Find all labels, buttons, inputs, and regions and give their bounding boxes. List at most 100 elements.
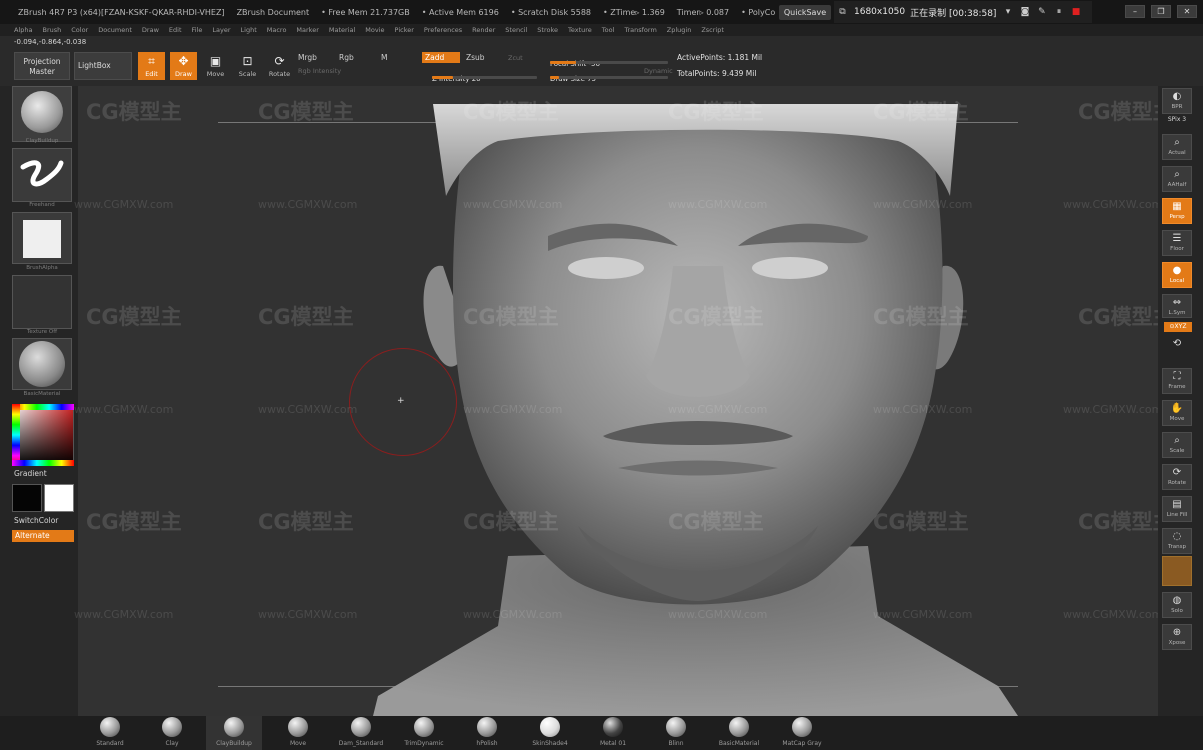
- focal-shift-slider[interactable]: Focal Shift -56: [550, 51, 668, 68]
- maximize-button[interactable]: ❐: [1151, 5, 1171, 18]
- menu-macro[interactable]: Macro: [267, 26, 287, 34]
- menu-color[interactable]: Color: [71, 26, 88, 34]
- actual-button[interactable]: ⌕ Actual: [1162, 134, 1192, 160]
- brush-sphere-icon: [21, 91, 63, 133]
- quicksave-button[interactable]: QuickSave: [779, 5, 831, 20]
- brush-standard[interactable]: Standard: [82, 716, 138, 750]
- brush-move[interactable]: Move: [270, 716, 326, 750]
- m-button[interactable]: M: [381, 53, 387, 62]
- rgb-button[interactable]: Rgb: [339, 53, 354, 62]
- transp-button[interactable]: ◌ Transp: [1162, 528, 1192, 554]
- dropdown-icon[interactable]: ▾: [1002, 7, 1013, 18]
- menu-marker[interactable]: Marker: [296, 26, 318, 34]
- focal-shift-fill: [550, 61, 576, 64]
- solo-button[interactable]: ◍ Solo: [1162, 592, 1192, 618]
- projection-master-label-1: Projection: [23, 57, 61, 66]
- move-label: Move: [206, 70, 225, 78]
- material-blinn[interactable]: Blinn: [648, 716, 704, 750]
- polyf-swatch[interactable]: [1162, 556, 1192, 586]
- linefill-button[interactable]: ▤ Line Fill: [1162, 496, 1192, 522]
- persp-button[interactable]: ▦ Persp: [1162, 198, 1192, 224]
- zcut-button[interactable]: Zcut: [508, 54, 523, 62]
- projection-master-button[interactable]: Projection Master: [14, 52, 70, 80]
- menu-light[interactable]: Light: [241, 26, 257, 34]
- brush-hpolish[interactable]: hPolish: [459, 716, 515, 750]
- menu-brush[interactable]: Brush: [42, 26, 61, 34]
- menu-render[interactable]: Render: [472, 26, 495, 34]
- xyz-button[interactable]: ⊙XYZ: [1164, 322, 1192, 332]
- floor-button[interactable]: ☰ Floor: [1162, 230, 1192, 256]
- menu-transform[interactable]: Transform: [624, 26, 656, 34]
- zadd-button[interactable]: Zadd: [422, 52, 460, 63]
- brush-claybuildup[interactable]: ClayBuildup: [206, 716, 262, 750]
- bpr-button[interactable]: ◐ BPR: [1162, 88, 1192, 114]
- menu-zscript[interactable]: Zscript: [701, 26, 724, 34]
- rotate-tool-button[interactable]: ⟳ Rotate: [266, 52, 293, 80]
- timer: Timer▹ 0.087: [676, 7, 730, 17]
- secondary-color-swatch[interactable]: [44, 484, 74, 512]
- snap-icon[interactable]: ⧉: [837, 7, 848, 18]
- menu-stroke[interactable]: Stroke: [537, 26, 558, 34]
- close-button[interactable]: ✕: [1177, 5, 1197, 18]
- spix-slider[interactable]: SPix 3: [1162, 116, 1192, 123]
- move-tool-button[interactable]: ▣ Move: [202, 52, 229, 80]
- alpha-thumbnail[interactable]: [12, 212, 72, 264]
- menu-document[interactable]: Document: [98, 26, 132, 34]
- brush-thumbnail[interactable]: [12, 86, 72, 142]
- document-canvas[interactable]: + CG模型主 CG模型主 CG模型主 CG模型主 CG模型主 CG模型主 ww…: [74, 86, 1174, 716]
- menu-tool[interactable]: Tool: [602, 26, 615, 34]
- local-button[interactable]: ● Local: [1162, 262, 1192, 288]
- menu-draw[interactable]: Draw: [142, 26, 159, 34]
- menu-edit[interactable]: Edit: [169, 26, 182, 34]
- main-color-swatch[interactable]: [12, 484, 42, 512]
- menu-preferences[interactable]: Preferences: [424, 26, 462, 34]
- pen-icon[interactable]: ✎: [1036, 7, 1047, 18]
- menu-texture[interactable]: Texture: [568, 26, 592, 34]
- stroke-thumbnail[interactable]: [12, 148, 72, 202]
- texture-thumbnail[interactable]: [12, 275, 72, 329]
- camera-icon[interactable]: ◙: [1019, 7, 1030, 18]
- menu-movie[interactable]: Movie: [365, 26, 384, 34]
- z-intensity-slider[interactable]: Z Intensity 20: [432, 66, 537, 83]
- aahalf-button[interactable]: ⌕ AAHalf: [1162, 166, 1192, 192]
- color-picker[interactable]: [12, 404, 74, 466]
- scale-view-button[interactable]: ⌕ Scale: [1162, 432, 1192, 458]
- brush-trimdynamic[interactable]: TrimDynamic: [396, 716, 452, 750]
- frame-button[interactable]: ⛶ Frame: [1162, 368, 1192, 394]
- material-thumbnail[interactable]: [12, 338, 72, 390]
- material-matcap-gray[interactable]: MatCap Gray: [774, 716, 830, 750]
- dynamic-button[interactable]: Dynamic: [644, 67, 673, 75]
- brush-dam-standard[interactable]: Dam_Standard: [333, 716, 389, 750]
- alternate-button[interactable]: Alternate: [12, 530, 74, 542]
- material-metal01[interactable]: Metal 01: [585, 716, 641, 750]
- mrgb-button[interactable]: Mrgb: [298, 53, 317, 62]
- rgb-intensity-slider[interactable]: Rgb Intensity: [298, 67, 341, 75]
- gradient-button[interactable]: Gradient: [14, 469, 47, 478]
- rotate-label: Rotate: [268, 70, 291, 78]
- menu-picker[interactable]: Picker: [395, 26, 414, 34]
- menu-stencil[interactable]: Stencil: [505, 26, 527, 34]
- scale-tool-button[interactable]: ⊡ Scale: [234, 52, 261, 80]
- edit-tool-button[interactable]: ⌗ Edit: [138, 52, 165, 80]
- menu-alpha[interactable]: Alpha: [14, 26, 32, 34]
- brush-clay[interactable]: Clay: [144, 716, 200, 750]
- material-skinshade4[interactable]: SkinShade4: [522, 716, 578, 750]
- record-icon[interactable]: ■: [1070, 7, 1081, 18]
- lightbox-button[interactable]: LightBox: [74, 52, 132, 80]
- rotate-axis-button[interactable]: ⟲: [1162, 336, 1192, 356]
- rotate-view-button[interactable]: ⟳ Rotate: [1162, 464, 1192, 490]
- xpose-button[interactable]: ⊕ Xpose: [1162, 624, 1192, 650]
- draw-tool-button[interactable]: ✥ Draw: [170, 52, 197, 80]
- lsym-button[interactable]: ⇔ L.Sym: [1162, 294, 1192, 318]
- menu-material[interactable]: Material: [329, 26, 355, 34]
- menu-file[interactable]: File: [192, 26, 203, 34]
- move-view-button[interactable]: ✋ Move: [1162, 400, 1192, 426]
- minimize-button[interactable]: –: [1125, 5, 1145, 18]
- menu-layer[interactable]: Layer: [212, 26, 230, 34]
- switchcolor-button[interactable]: SwitchColor: [14, 516, 58, 525]
- menu-zplugin[interactable]: Zplugin: [667, 26, 692, 34]
- material-sphere-icon: [19, 341, 65, 387]
- zsub-button[interactable]: Zsub: [466, 53, 485, 62]
- material-basicmaterial[interactable]: BasicMaterial: [711, 716, 767, 750]
- pause-icon[interactable]: ⏸: [1053, 7, 1064, 18]
